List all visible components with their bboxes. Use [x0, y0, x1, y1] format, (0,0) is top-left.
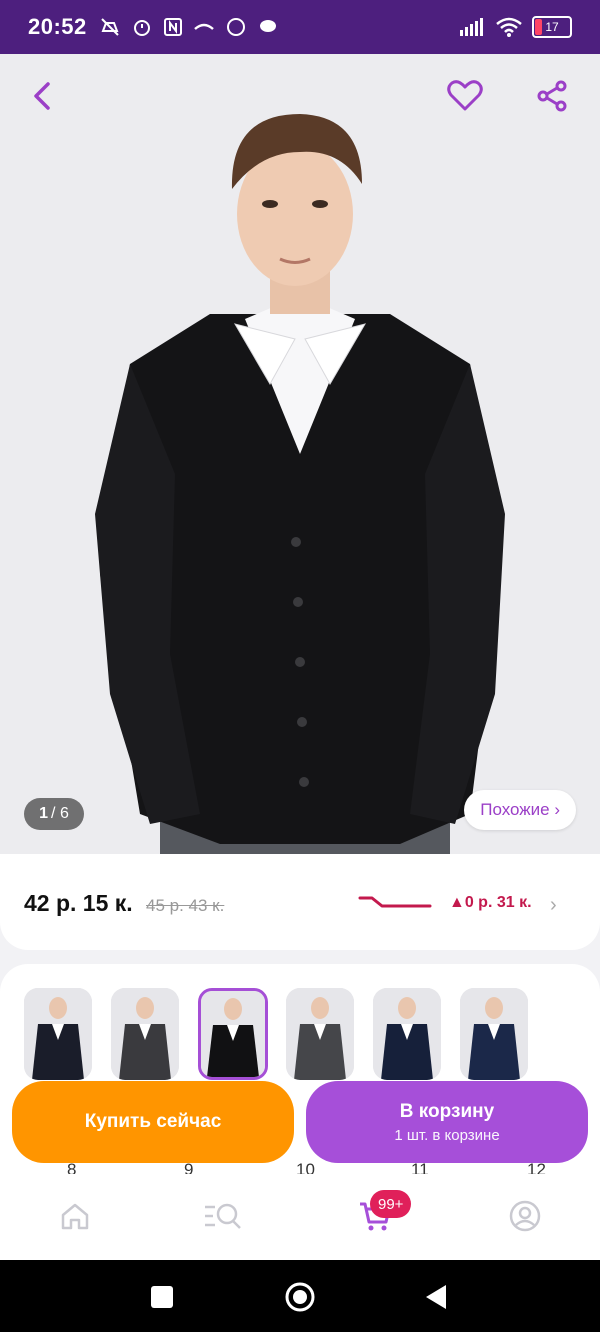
signal-icon: [460, 18, 483, 36]
variant-thumb[interactable]: [24, 988, 92, 1080]
variant-thumb[interactable]: [111, 988, 179, 1080]
variant-thumb[interactable]: [286, 988, 354, 1080]
viber-icon: [226, 18, 245, 36]
system-navigation-bar: [0, 1260, 600, 1332]
recents-icon[interactable]: [150, 1285, 174, 1309]
catalog-search-icon: [205, 1203, 241, 1229]
similar-products-button[interactable]: Похожие ›: [464, 790, 576, 830]
chat-icon: [259, 20, 276, 32]
current-price: 42 р. 15 к.: [24, 890, 133, 916]
bottom-navigation: 99+: [0, 1174, 600, 1260]
profile-icon: [509, 1200, 541, 1232]
chevron-right-icon[interactable]: ›: [550, 894, 557, 917]
variant-thumb-selected[interactable]: [198, 988, 268, 1080]
status-time: 20:52: [28, 14, 87, 39]
notification-icons: [99, 17, 279, 37]
heart-icon: [447, 80, 483, 111]
back-system-icon[interactable]: [424, 1283, 448, 1311]
home-icon: [61, 1203, 89, 1230]
product-photo-illustration: [0, 54, 600, 854]
buy-now-button[interactable]: Купить сейчас: [12, 1081, 294, 1163]
nfc-icon: [163, 18, 182, 36]
mute-icon: [101, 18, 119, 36]
nav-home[interactable]: [55, 1196, 95, 1236]
missed-call-icon: [193, 23, 214, 30]
nav-catalog[interactable]: [203, 1196, 243, 1236]
share-button[interactable]: [532, 76, 572, 116]
favorite-button[interactable]: [445, 76, 485, 116]
variant-thumb[interactable]: [373, 988, 441, 1080]
back-icon: [34, 82, 50, 110]
nav-profile[interactable]: [505, 1196, 545, 1236]
share-icon: [537, 80, 567, 112]
cart-quantity-label: 1 шт. в корзине: [394, 1126, 500, 1144]
status-bar: 20:52 17: [0, 0, 600, 54]
add-to-cart-button[interactable]: В корзину 1 шт. в корзине: [306, 1081, 588, 1163]
price-change[interactable]: ▲0 р. 31 к.: [449, 894, 532, 912]
cart-count-badge: 99+: [370, 1190, 412, 1218]
variant-thumb[interactable]: [460, 988, 528, 1080]
back-button[interactable]: [22, 76, 62, 116]
old-price: 45 р. 43 к.: [146, 896, 225, 915]
product-image[interactable]: [0, 54, 600, 854]
wifi-icon: [496, 17, 522, 37]
alarm-icon: [133, 20, 150, 36]
image-counter: 1/ 6: [24, 798, 84, 830]
battery-indicator: 17: [532, 16, 572, 38]
price-trend-icon: [358, 896, 432, 908]
price-card: 42 р. 15 к. 45 р. 43 к. ▲0 р. 31 к. ›: [0, 854, 600, 950]
add-to-cart-label: В корзину: [399, 1100, 495, 1122]
home-system-icon[interactable]: [284, 1281, 316, 1313]
